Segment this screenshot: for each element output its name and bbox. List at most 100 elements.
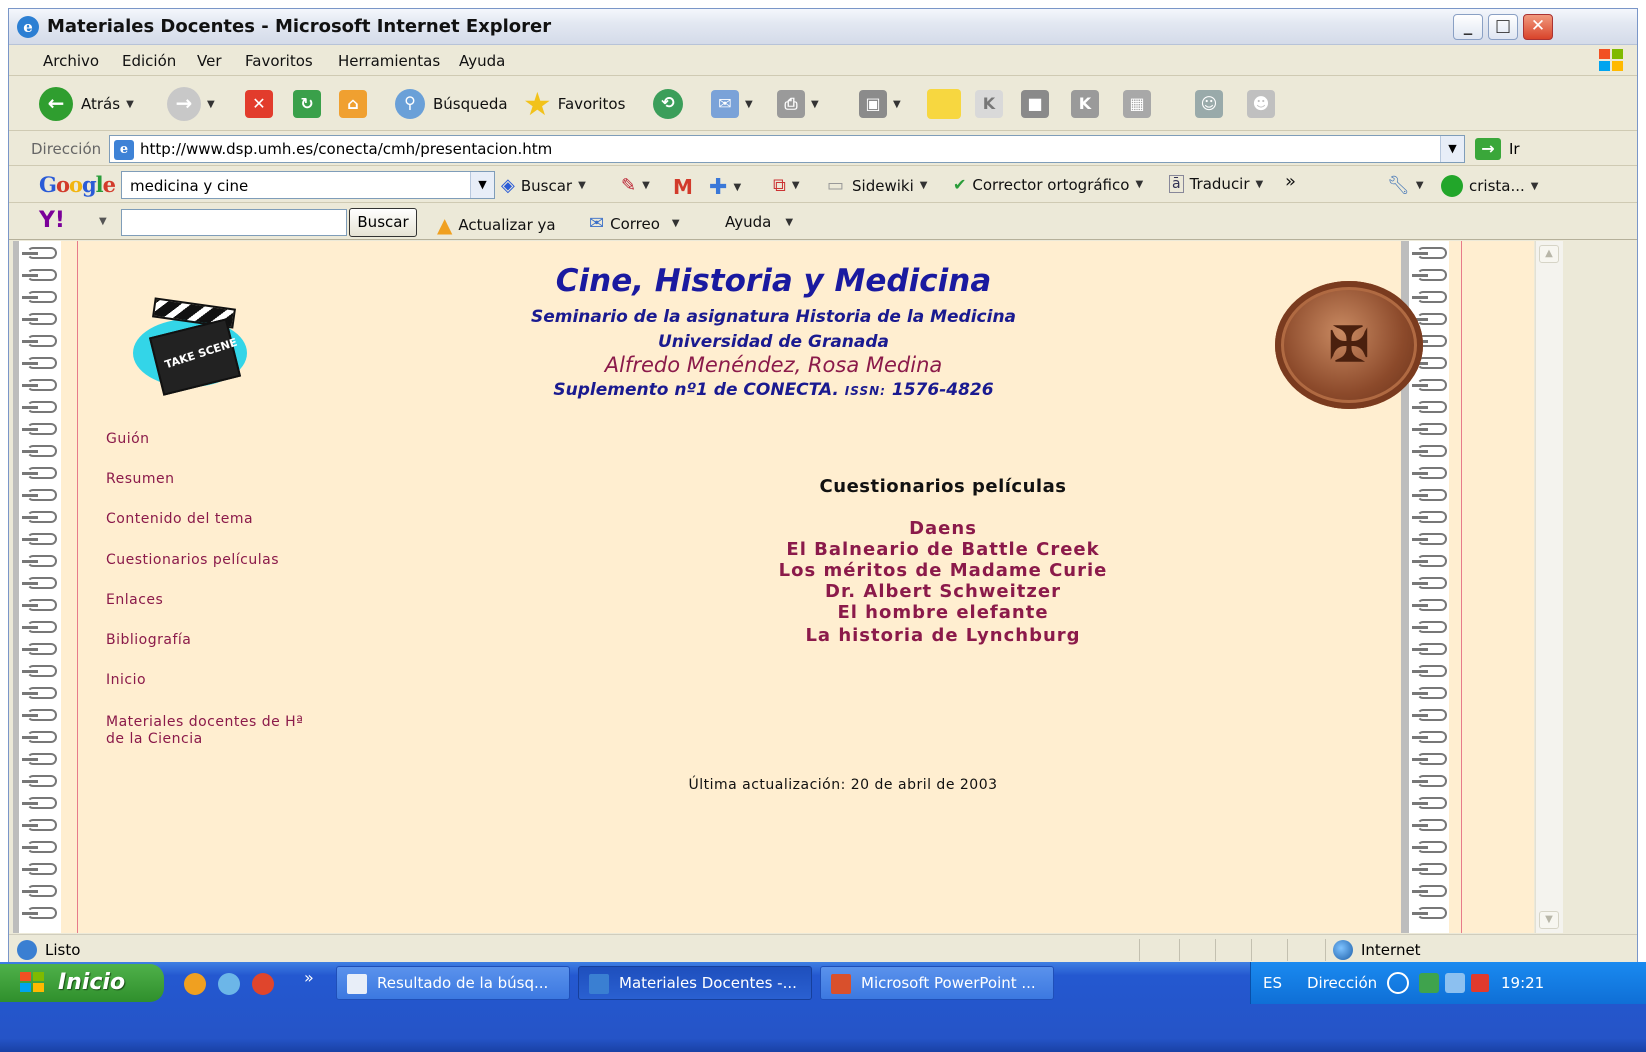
menu-archivo[interactable]: Archivo [43, 52, 99, 70]
gray-tool-2[interactable]: K [1071, 87, 1099, 121]
edit-dropdown-icon[interactable]: ▼ [893, 99, 901, 110]
nav-contenido[interactable]: Contenido del tema [106, 511, 253, 527]
nav-enlaces[interactable]: Enlaces [106, 592, 163, 608]
yahoo-search-button[interactable]: Buscar [349, 208, 417, 237]
translate-button[interactable]: ā Traducir ▼ [1169, 175, 1263, 193]
google-search-input[interactable]: medicina y cine ▼ [121, 171, 495, 199]
film-link-balneario[interactable]: El Balneario de Battle Creek [693, 539, 1193, 560]
scroll-up-icon[interactable]: ▲ [1539, 245, 1559, 263]
start-button[interactable]: Inicio [0, 964, 164, 1002]
minimize-button[interactable]: _ [1453, 14, 1483, 40]
more-chevron-icon[interactable]: » [1285, 171, 1296, 192]
nav-guion[interactable]: Guión [106, 431, 150, 447]
k-button[interactable]: K [975, 87, 1003, 121]
close-button[interactable]: ✕ [1523, 14, 1553, 40]
chevron-left-icon[interactable] [1387, 972, 1409, 994]
quicklaunch-browser-icon[interactable] [252, 973, 274, 995]
bookmark-dropdown-icon[interactable]: ▼ [642, 180, 650, 191]
vertical-scrollbar[interactable]: ▲ ▼ [1535, 241, 1563, 933]
menu-ver[interactable]: Ver [197, 52, 222, 70]
bookmark-button[interactable]: ✎ ▼ [621, 175, 650, 196]
mail-dropdown-arrow-icon[interactable]: ▼ [672, 218, 680, 229]
quicklaunch-more-icon[interactable]: » [304, 968, 314, 987]
gray-tool-3[interactable]: ▦ [1123, 87, 1151, 121]
google-dropdown-icon[interactable]: ▼ [470, 172, 494, 198]
film-link-lynchburg[interactable]: La historia de Lynchburg [693, 625, 1193, 646]
messenger-button[interactable]: ☺ [1195, 87, 1223, 121]
spellcheck-dropdown-icon[interactable]: ▼ [1135, 179, 1143, 190]
film-link-curie[interactable]: Los méritos de Madame Curie [693, 560, 1193, 581]
address-url[interactable]: http://www.dsp.umh.es/conecta/cmh/presen… [140, 140, 552, 158]
film-link-schweitzer[interactable]: Dr. Albert Schweitzer [693, 581, 1193, 602]
yahoo-search-input[interactable] [121, 209, 347, 236]
tray-app-icon[interactable] [1419, 973, 1439, 993]
mail-button[interactable]: ✉ ▼ [711, 87, 753, 121]
sidewiki-button[interactable]: ▭ Sidewiki ▼ [827, 175, 927, 196]
translate-dropdown-icon[interactable]: ▼ [1256, 179, 1264, 190]
gmail-button[interactable]: M [673, 175, 693, 199]
mail-dropdown-icon[interactable]: ▼ [745, 99, 753, 110]
share-dropdown-icon[interactable]: ▼ [792, 180, 800, 191]
quicklaunch-messenger-icon[interactable] [218, 973, 240, 995]
account-dropdown-icon[interactable]: ▼ [1531, 181, 1539, 192]
google-search-button[interactable]: ◈ Buscar ▼ [501, 175, 586, 196]
nav-resumen[interactable]: Resumen [106, 471, 175, 487]
go-button[interactable]: Ir [1509, 140, 1520, 158]
network-icon[interactable] [1445, 973, 1465, 993]
stop-button[interactable]: ✕ [245, 87, 273, 121]
help-dropdown-icon[interactable]: ▼ [785, 217, 793, 228]
share-button[interactable]: ⧉ ▼ [773, 175, 800, 196]
plus-button[interactable]: ✚ ▼ [709, 175, 741, 200]
address-input[interactable]: e http://www.dsp.umh.es/conecta/cmh/pres… [109, 135, 1465, 163]
language-indicator[interactable]: ES [1263, 974, 1282, 992]
task-powerpoint[interactable]: Microsoft PowerPoint ... [820, 966, 1054, 1000]
gray-tool-1[interactable]: ■ [1021, 87, 1049, 121]
spellcheck-button[interactable]: ✔ Corrector ortográfico ▼ [953, 175, 1143, 194]
account-button[interactable]: crista... ▼ [1441, 175, 1538, 197]
history-button[interactable]: ⟲ [653, 87, 683, 121]
maximize-button[interactable]: □ [1488, 14, 1518, 40]
nav-cuestionarios[interactable]: Cuestionarios películas [106, 552, 279, 568]
google-search-dropdown-icon[interactable]: ▼ [578, 180, 586, 191]
mail-link[interactable]: ✉ Correo ▼ [589, 213, 680, 234]
sidewiki-dropdown-icon[interactable]: ▼ [920, 180, 928, 191]
volume-icon[interactable] [1471, 974, 1489, 992]
tray-address-label[interactable]: Dirección [1307, 974, 1377, 992]
quicklaunch-app-icon[interactable] [184, 973, 206, 995]
menu-edicion[interactable]: Edición [122, 52, 176, 70]
go-arrow-icon[interactable]: → [1475, 138, 1501, 160]
nav-materiales-line1[interactable]: Materiales docentes de Hª [106, 714, 303, 730]
yahoo-dropdown-icon[interactable]: ▼ [99, 216, 107, 227]
print-dropdown-icon[interactable]: ▼ [811, 99, 819, 110]
nav-materiales-line2[interactable]: de la Ciencia [106, 731, 203, 747]
forward-dropdown-icon[interactable]: ▼ [207, 99, 215, 110]
google-query[interactable]: medicina y cine [130, 177, 248, 195]
nav-bibliografia[interactable]: Bibliografía [106, 632, 191, 648]
help-link[interactable]: Ayuda ▼ [725, 213, 793, 231]
menu-favoritos[interactable]: Favoritos [245, 52, 313, 70]
task-search-results[interactable]: Resultado de la búsq... [336, 966, 570, 1000]
nav-inicio[interactable]: Inicio [106, 672, 146, 688]
favorites-button[interactable]: ★ Favoritos [523, 85, 625, 123]
menu-herramientas[interactable]: Herramientas [338, 52, 440, 70]
yahoo-logo[interactable]: Y! [39, 208, 65, 233]
film-link-elefante[interactable]: El hombre elefante [693, 602, 1193, 623]
film-link-daens[interactable]: Daens [693, 518, 1193, 539]
update-button[interactable]: ▲ Actualizar ya [437, 213, 556, 237]
menu-ayuda[interactable]: Ayuda [459, 52, 505, 70]
edit-button[interactable]: ▣ ▼ [859, 87, 901, 121]
refresh-button[interactable]: ↻ [293, 87, 321, 121]
search-button[interactable]: ⚲ Búsqueda [395, 87, 508, 121]
forward-button[interactable]: → ▼ [167, 87, 215, 121]
title-bar[interactable]: e Materiales Docentes - Microsoft Intern… [9, 9, 1637, 45]
notes-button[interactable] [927, 87, 961, 121]
print-button[interactable]: ⎙ ▼ [777, 87, 819, 121]
settings-dropdown-icon[interactable]: ▼ [1416, 180, 1424, 191]
address-dropdown-icon[interactable]: ▼ [1440, 136, 1464, 162]
back-button[interactable]: ← Atrás ▼ [39, 87, 134, 121]
contacts-button[interactable]: ☻ [1247, 87, 1275, 121]
plus-dropdown-icon[interactable]: ▼ [733, 182, 741, 193]
scroll-down-icon[interactable]: ▼ [1539, 911, 1559, 929]
settings-button[interactable]: 🔧︎ ▼ [1387, 175, 1424, 196]
home-button[interactable]: ⌂ [339, 87, 367, 121]
